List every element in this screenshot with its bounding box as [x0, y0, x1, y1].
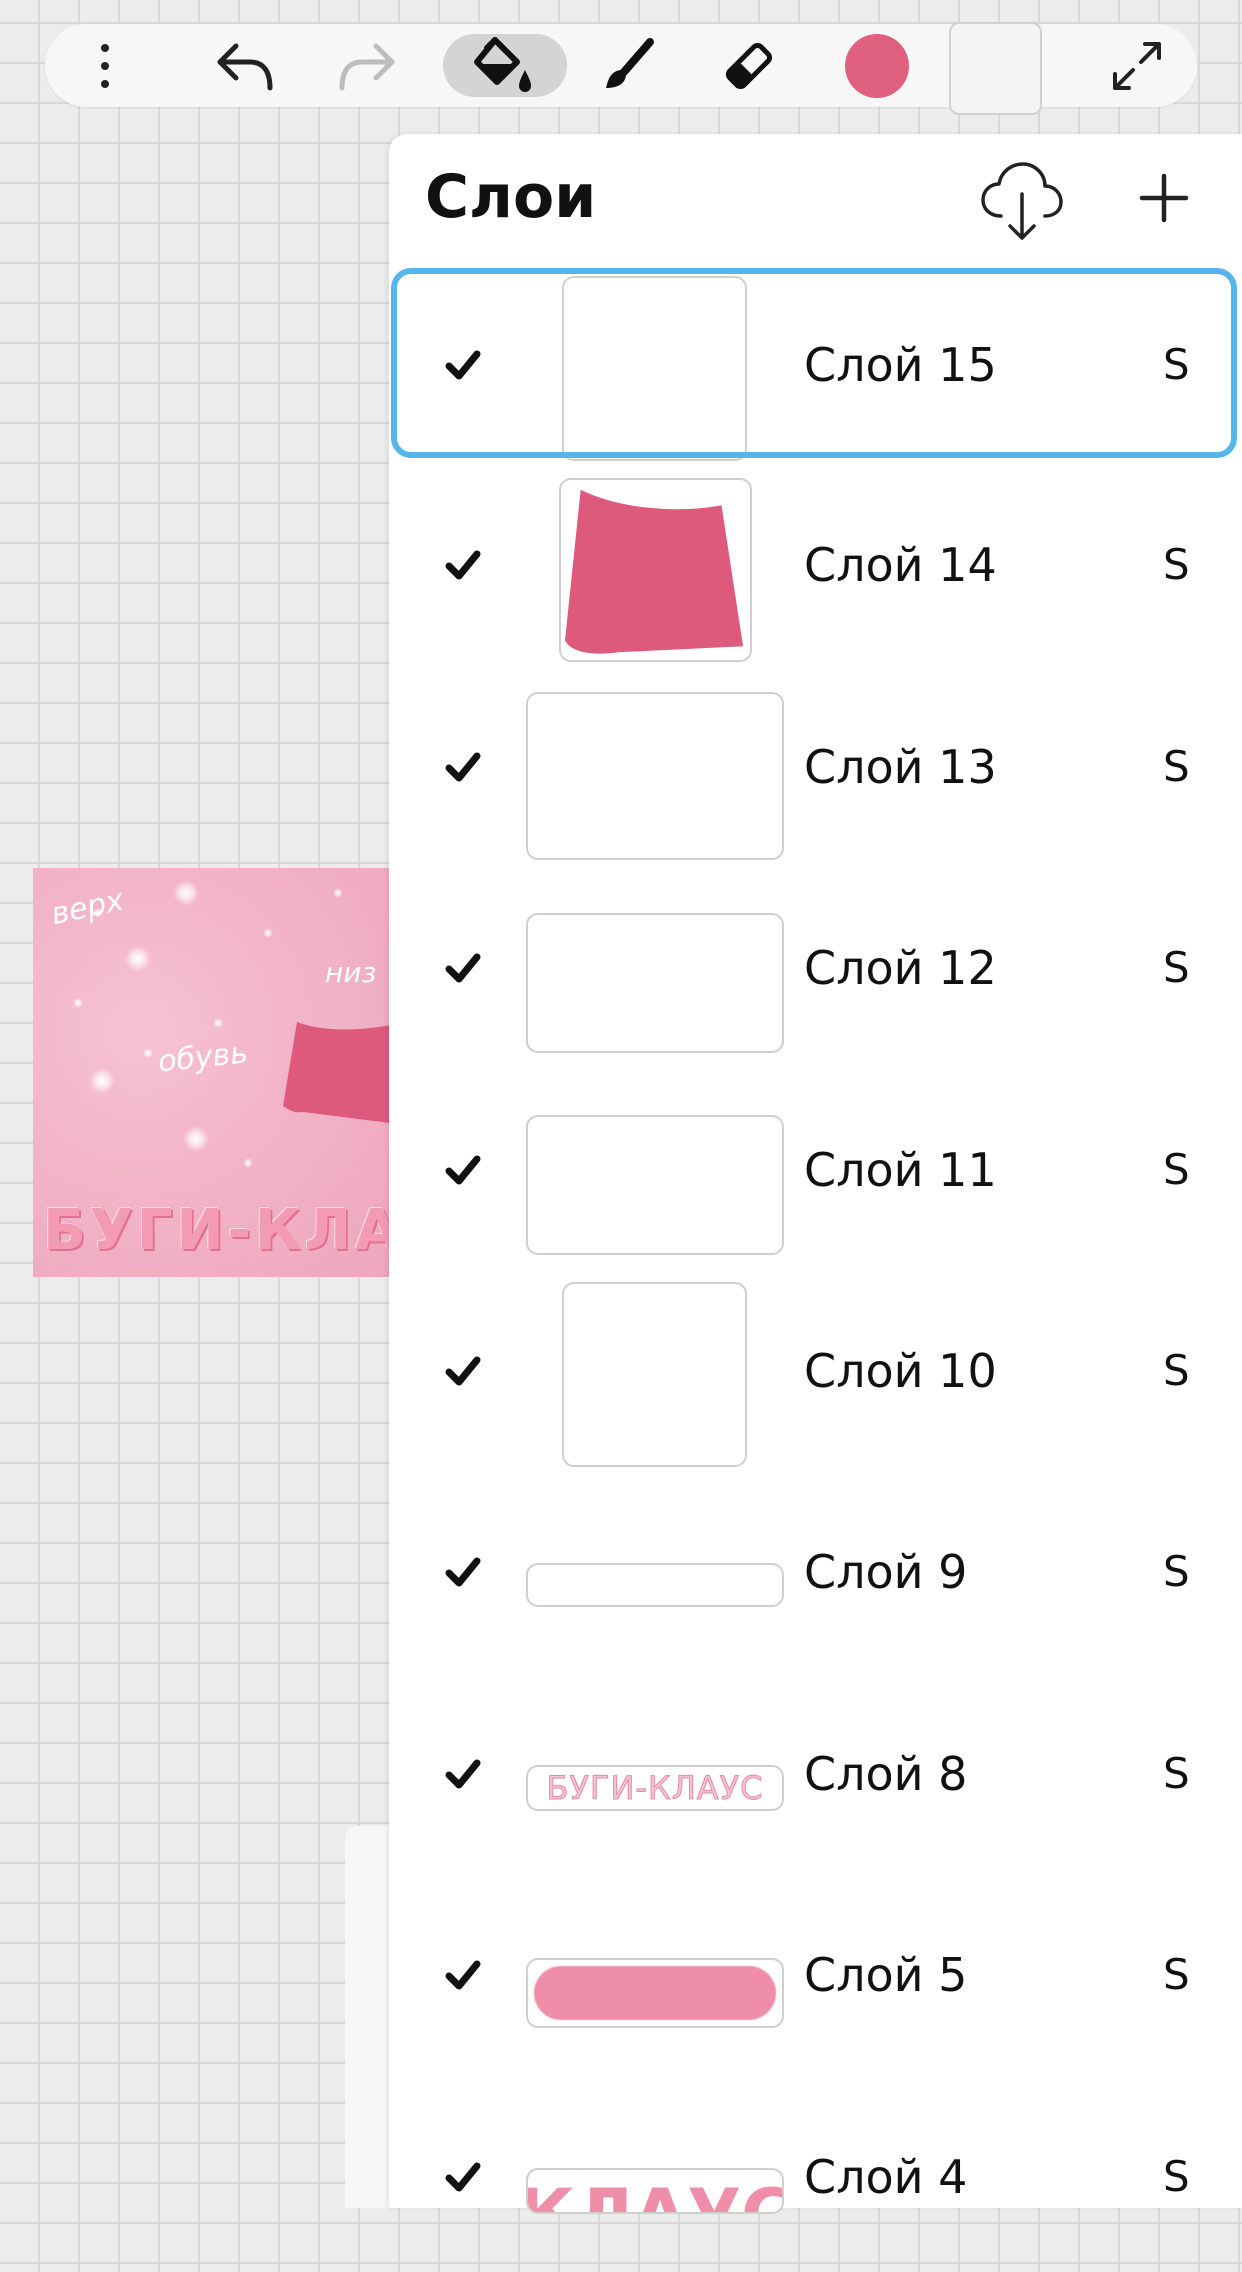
- label-top: верх: [48, 882, 127, 933]
- visibility-check-icon[interactable]: [444, 546, 482, 584]
- undo-button[interactable]: [205, 24, 285, 107]
- redo-arrow-icon: [339, 43, 395, 90]
- visibility-check-icon[interactable]: [444, 949, 482, 987]
- layer-thumbnail: [526, 692, 784, 860]
- layer-blend-mode[interactable]: S: [1163, 1145, 1190, 1194]
- layer-thumbnail: [526, 1563, 784, 1607]
- layers-panel: Слои Слой 15 S Слой 14 S Слой 13 S Слой 12 S Сло…: [389, 134, 1242, 2214]
- skirt-drawing: [283, 1022, 393, 1124]
- vertical-dots-icon: [101, 43, 109, 88]
- visibility-check-icon[interactable]: [444, 1956, 482, 1994]
- banner-text: БУГИ-КЛАУС: [43, 1198, 393, 1263]
- label-bottom: низ: [325, 956, 377, 989]
- layer-row[interactable]: БУГИ-КЛАУС Слой 8 S: [389, 1681, 1242, 1869]
- layer-blend-mode[interactable]: S: [1163, 1749, 1190, 1798]
- layer-row[interactable]: Слой 9 S: [389, 1479, 1242, 1667]
- layer-row[interactable]: Слой 15 S: [389, 272, 1242, 461]
- expand-icon: [1113, 41, 1161, 90]
- layer-name: Слой 9: [804, 1545, 968, 1599]
- layer-thumbnail-text: КЛАУС: [528, 2170, 782, 2212]
- layer-thumbnail: КЛАУС: [526, 2168, 784, 2214]
- plus-icon: [1139, 173, 1189, 223]
- eraser-icon: [725, 42, 773, 89]
- layer-name: Слой 5: [804, 1948, 968, 2002]
- layer-blend-mode[interactable]: S: [1163, 1346, 1190, 1395]
- fullscreen-button[interactable]: [1097, 24, 1177, 107]
- brush-tool-button[interactable]: [588, 24, 668, 107]
- layer-blend-mode[interactable]: S: [1163, 2152, 1190, 2201]
- layer-thumbnail: [526, 1958, 784, 2028]
- layer-thumbnail: БУГИ-КЛАУС: [526, 1765, 784, 1811]
- blank-swatch: [949, 22, 1042, 115]
- layer-name: Слой 14: [804, 538, 997, 592]
- undo-arrow-icon: [217, 43, 273, 90]
- visibility-check-icon[interactable]: [444, 1352, 482, 1390]
- visibility-check-icon[interactable]: [444, 2158, 482, 2196]
- layer-thumbnail-text: БУГИ-КЛАУС: [546, 1769, 764, 1808]
- brush-icon: [606, 37, 654, 88]
- layer-name: Слой 12: [804, 941, 997, 995]
- layer-row[interactable]: Слой 5 S: [389, 1882, 1242, 2070]
- layer-thumbnail: [562, 276, 747, 461]
- visibility-check-icon[interactable]: [444, 1755, 482, 1793]
- top-toolbar: [45, 22, 1197, 115]
- layer-name: Слой 10: [804, 1344, 997, 1398]
- layer-blend-mode[interactable]: S: [1163, 1950, 1190, 1999]
- add-layer-button[interactable]: [1134, 168, 1194, 228]
- current-color-button[interactable]: [841, 24, 913, 107]
- layer-name: Слой 4: [804, 2150, 968, 2204]
- layer-name: Слой 15: [804, 338, 997, 392]
- layer-thumbnail: [526, 1115, 784, 1255]
- secondary-swatch-button[interactable]: [948, 21, 1043, 116]
- panel-title: Слои: [425, 162, 597, 232]
- eraser-tool-button[interactable]: [709, 24, 789, 107]
- layer-thumbnail: [526, 913, 784, 1053]
- layer-name: Слой 13: [804, 740, 997, 794]
- layer-blend-mode[interactable]: S: [1163, 1547, 1190, 1596]
- layer-blend-mode[interactable]: S: [1163, 943, 1190, 992]
- layer-name: Слой 11: [804, 1143, 997, 1197]
- label-shoes: обувь: [156, 1035, 250, 1080]
- color-dot: [845, 33, 909, 98]
- fill-tool-button[interactable]: [443, 34, 567, 97]
- visibility-check-icon[interactable]: [444, 748, 482, 786]
- paint-bucket-icon: [474, 36, 531, 92]
- layer-row[interactable]: Слой 10 S: [389, 1278, 1242, 1467]
- layer-blend-mode[interactable]: S: [1163, 540, 1190, 589]
- layer-row[interactable]: Слой 13 S: [389, 674, 1242, 862]
- layer-row[interactable]: Слой 11 S: [389, 1077, 1242, 1265]
- visibility-check-icon[interactable]: [444, 1553, 482, 1591]
- layer-name: Слой 8: [804, 1747, 968, 1801]
- layer-thumbnail: [562, 1282, 747, 1467]
- visibility-check-icon[interactable]: [444, 1151, 482, 1189]
- layer-thumbnail: [559, 478, 752, 662]
- layer-row[interactable]: Слой 12 S: [389, 875, 1242, 1063]
- layer-blend-mode[interactable]: S: [1163, 340, 1190, 389]
- canvas-artwork[interactable]: верх низ обувь БУГИ-КЛАУС: [33, 868, 393, 1277]
- layer-blend-mode[interactable]: S: [1163, 742, 1190, 791]
- redo-button[interactable]: [327, 24, 407, 107]
- download-button[interactable]: [979, 158, 1065, 244]
- layer-row[interactable]: Слой 14 S: [389, 472, 1242, 662]
- cloud-download-icon: [981, 162, 1063, 240]
- visibility-check-icon[interactable]: [444, 346, 482, 384]
- layer-row[interactable]: КЛАУС Слой 4 S: [389, 2084, 1242, 2272]
